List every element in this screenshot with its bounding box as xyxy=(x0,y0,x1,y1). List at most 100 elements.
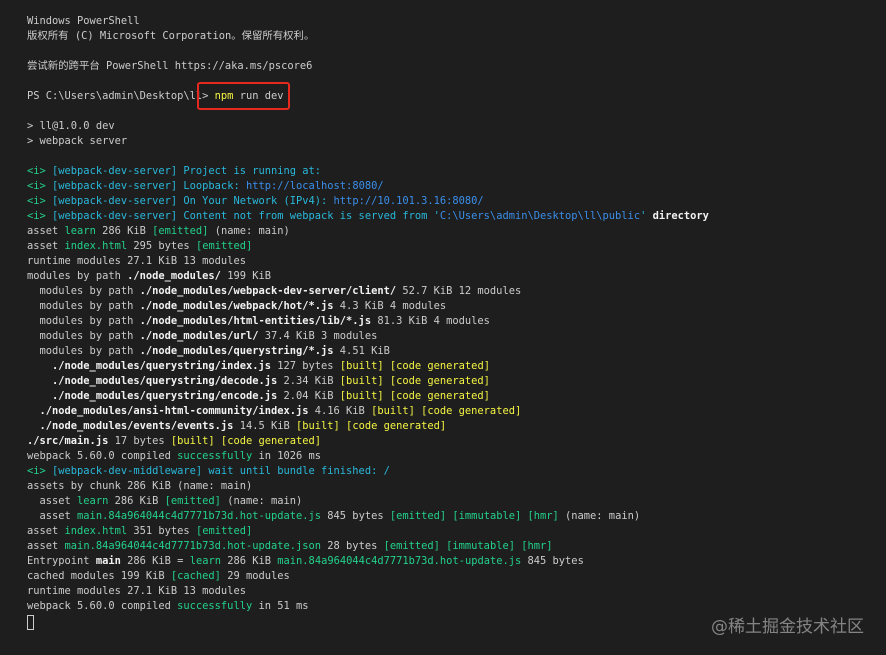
terminal-text-segment: [webpack-dev-server] Content not from we… xyxy=(52,210,440,222)
terminal-line: ./node_modules/querystring/index.js 127 … xyxy=(27,359,886,374)
terminal-line: Entrypoint main 286 KiB = learn 286 KiB … xyxy=(27,554,886,569)
terminal-text-segment: 17 bytes xyxy=(108,435,171,447)
terminal-text-segment: runtime modules 27.1 KiB 13 modules xyxy=(27,585,246,597)
terminal-text-segment: webpack 5.60.0 compiled xyxy=(27,600,178,612)
terminal-line: > ll@1.0.0 dev xyxy=(27,119,886,134)
terminal-text-segment: [emitted] [immutable] [hmr] xyxy=(389,510,559,522)
terminal-text-segment: index.html xyxy=(64,525,128,537)
terminal-text-segment: [webpack-dev-middleware] wait until bund… xyxy=(52,465,390,477)
terminal-text-segment: successfully xyxy=(177,450,253,462)
terminal-text-segment: modules by path xyxy=(27,345,140,357)
terminal-text-segment: [built] [code generated] xyxy=(296,420,447,432)
terminal-line: 尝试新的跨平台 PowerShell https://aka.ms/pscore… xyxy=(27,59,886,74)
terminal-line: ./node_modules/events/events.js 14.5 KiB… xyxy=(27,419,886,434)
terminal-text-segment: 845 bytes xyxy=(521,555,584,567)
terminal-text-segment: Entrypoint xyxy=(27,555,96,567)
terminal-text-segment: > webpack server xyxy=(27,135,128,147)
terminal-text-segment: 2.34 KiB xyxy=(277,375,340,387)
command-highlight-box xyxy=(197,82,290,110)
terminal-line: modules by path ./node_modules/url/ 37.4… xyxy=(27,329,886,344)
terminal-text-segment: asset xyxy=(27,510,78,522)
terminal-text-segment: main.84a964044c4d7771b73d.hot-update.jso… xyxy=(64,540,322,552)
terminal-line: asset main.84a964044c4d7771b73d.hot-upda… xyxy=(27,539,886,554)
terminal-line: <i> [webpack-dev-middleware] wait until … xyxy=(27,464,886,479)
terminal-text-segment: <i> xyxy=(27,180,53,192)
terminal-line: asset main.84a964044c4d7771b73d.hot-upda… xyxy=(27,509,886,524)
terminal-line: modules by path ./node_modules/html-enti… xyxy=(27,314,886,329)
terminal-text-segment: index.html xyxy=(64,240,128,252)
terminal-text-segment: Windows PowerShell xyxy=(27,15,140,27)
terminal-output[interactable]: Windows PowerShell 版权所有 (C) Microsoft Cor… xyxy=(27,14,886,614)
terminal-text-segment: asset xyxy=(27,240,65,252)
terminal-text-segment: 199 KiB xyxy=(220,270,271,282)
terminal-text-segment: 29 modules xyxy=(220,570,290,582)
terminal-text-segment: main.84a964044c4d7771b73d.hot-update.js xyxy=(77,510,322,522)
terminal-text-segment: runtime modules 27.1 KiB 13 modules xyxy=(27,255,246,267)
terminal-line: asset learn 286 KiB [emitted] (name: mai… xyxy=(27,494,886,509)
terminal-text-segment: ./node_modules/querystring/*.js xyxy=(139,345,334,357)
terminal-text-segment: 286 KiB xyxy=(108,495,165,507)
terminal-text-segment: [built] [code generated] xyxy=(339,360,490,372)
terminal-text-segment: (name: main) xyxy=(208,225,290,237)
terminal-text-segment: modules by path xyxy=(27,300,140,312)
terminal-text-segment: 286 KiB xyxy=(220,555,278,567)
terminal-text-segment: ./node_modules/querystring/decode.js xyxy=(27,375,278,387)
terminal-text-segment: 4.51 KiB xyxy=(333,345,390,357)
terminal-line: asset index.html 351 bytes [emitted] xyxy=(27,524,886,539)
terminal-text-segment: [emitted] [immutable] [hmr] xyxy=(383,540,553,552)
terminal-text-segment: modules by path xyxy=(27,330,140,342)
terminal-text-segment: asset xyxy=(27,540,65,552)
terminal-line: <i> [webpack-dev-server] Project is runn… xyxy=(27,164,886,179)
terminal-text-segment: <i> xyxy=(27,165,53,177)
terminal-text-segment: C:\Users\admin\Desktop\ll\public xyxy=(439,210,641,222)
terminal-line: 版权所有 (C) Microsoft Corporation。保留所有权利。 xyxy=(27,29,886,44)
terminal-text-segment: [webpack-dev-server] Project is running … xyxy=(52,165,322,177)
terminal-text-segment: successfully xyxy=(177,600,253,612)
terminal-text-segment: > ll@1.0.0 dev xyxy=(27,120,115,132)
terminal-line: <i> [webpack-dev-server] Loopback: http:… xyxy=(27,179,886,194)
terminal-line: <i> [webpack-dev-server] On Your Network… xyxy=(27,194,886,209)
terminal-text-segment: in 1026 ms xyxy=(252,450,322,462)
terminal-text-segment: 37.4 KiB 3 modules xyxy=(258,330,378,342)
terminal-text-segment: <i> xyxy=(27,210,53,222)
terminal-text-segment: [emitted] xyxy=(152,225,209,237)
terminal-text-segment: learn xyxy=(77,495,109,507)
terminal-text-segment: ./node_modules/querystring/encode.js xyxy=(27,390,278,402)
terminal-text-segment: 81.3 KiB 4 modules xyxy=(371,315,490,327)
terminal-text-segment: ./node_modules/webpack/hot/*.js xyxy=(139,300,334,312)
terminal-line: ./src/main.js 17 bytes [built] [code gen… xyxy=(27,434,886,449)
terminal-text-segment: 295 bytes xyxy=(127,240,196,252)
terminal-text-segment: PS C:\Users\admin\Desktop\ll> xyxy=(27,90,215,102)
terminal-line: asset index.html 295 bytes [emitted] xyxy=(27,239,886,254)
terminal-text-segment: [built] [code generated] xyxy=(170,435,322,447)
terminal-text-segment: [built] [code generated] xyxy=(371,405,522,417)
terminal-text-segment: ./node_modules/ansi-html-community/index… xyxy=(27,405,309,417)
terminal-text-segment: [emitted] xyxy=(195,525,253,537)
terminal-line: runtime modules 27.1 KiB 13 modules xyxy=(27,584,886,599)
terminal-text-segment: 127 bytes xyxy=(270,360,340,372)
terminal-text-segment: 4.3 KiB 4 modules xyxy=(333,300,447,312)
terminal-text-segment: ./node_modules/html-entities/lib/*.js xyxy=(139,315,372,327)
terminal-line: webpack 5.60.0 compiled successfully in … xyxy=(27,449,886,464)
terminal-text-segment: in 51 ms xyxy=(252,600,309,612)
powershell-terminal-window: { "terminal": { "colors": { "background"… xyxy=(0,0,886,655)
terminal-text-segment: directory xyxy=(652,210,709,222)
terminal-line: runtime modules 27.1 KiB 13 modules xyxy=(27,254,886,269)
terminal-text-segment: modules by path xyxy=(27,285,140,297)
terminal-line: <i> [webpack-dev-server] Content not fro… xyxy=(27,209,886,224)
terminal-text-segment: 52.7 KiB 12 modules xyxy=(396,285,522,297)
terminal-text-segment: cached modules 199 KiB xyxy=(27,570,171,582)
terminal-line: PS C:\Users\admin\Desktop\ll> npm run de… xyxy=(27,89,886,104)
terminal-line: ./node_modules/querystring/encode.js 2.0… xyxy=(27,389,886,404)
terminal-line: asset learn 286 KiB [emitted] (name: mai… xyxy=(27,224,886,239)
terminal-text-segment: main.84a964044c4d7771b73d.hot-update.js xyxy=(277,555,522,567)
terminal-text-segment: [emitted] xyxy=(164,495,221,507)
terminal-line: ./node_modules/querystring/decode.js 2.3… xyxy=(27,374,886,389)
terminal-line: assets by chunk 286 KiB (name: main) xyxy=(27,479,886,494)
terminal-text-segment: main xyxy=(95,555,121,567)
terminal-text-segment: learn xyxy=(64,225,96,237)
